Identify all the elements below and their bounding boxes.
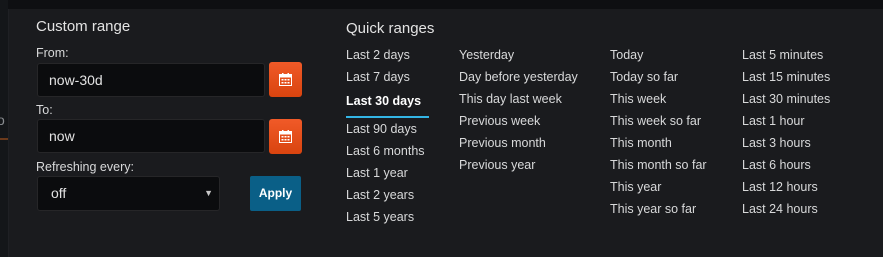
chevron-down-icon: ▼	[204, 188, 213, 198]
quick-range-this-year-so-far[interactable]: This year so far	[610, 200, 707, 222]
quick-range-yesterday[interactable]: Yesterday	[459, 46, 578, 68]
to-calendar-button[interactable]	[269, 119, 302, 154]
quick-range-last-5-years[interactable]: Last 5 years	[346, 208, 429, 230]
quick-range-previous-year[interactable]: Previous year	[459, 156, 578, 178]
background-accent-line	[0, 138, 8, 140]
quick-range-last-7-days[interactable]: Last 7 days	[346, 68, 429, 90]
quick-ranges-column-2: Yesterday Day before yesterday This day …	[459, 46, 578, 178]
quick-range-previous-month[interactable]: Previous month	[459, 134, 578, 156]
quick-range-this-year[interactable]: This year	[610, 178, 707, 200]
refresh-interval-select[interactable]: off ▼	[37, 176, 220, 211]
from-calendar-button[interactable]	[269, 62, 302, 97]
apply-button[interactable]: Apply	[250, 176, 301, 211]
quick-range-last-12-hours[interactable]: Last 12 hours	[742, 178, 830, 200]
refresh-interval-value: off	[51, 185, 67, 201]
custom-range-title: Custom range	[36, 18, 131, 35]
from-label: From:	[36, 46, 69, 60]
quick-range-this-month[interactable]: This month	[610, 134, 707, 156]
quick-ranges-column-1: Last 2 days Last 7 days Last 30 days Las…	[346, 46, 429, 230]
time-range-dropdown: Custom range From: now-30d To: now Refre…	[8, 9, 883, 257]
quick-range-this-day-last-week[interactable]: This day last week	[459, 90, 578, 112]
quick-range-last-1-hour[interactable]: Last 1 hour	[742, 112, 830, 134]
quick-range-last-6-hours[interactable]: Last 6 hours	[742, 156, 830, 178]
quick-range-today-so-far[interactable]: Today so far	[610, 68, 707, 90]
quick-range-last-2-years[interactable]: Last 2 years	[346, 186, 429, 208]
quick-range-last-24-hours[interactable]: Last 24 hours	[742, 200, 830, 222]
quick-range-day-before-yesterday[interactable]: Day before yesterday	[459, 68, 578, 90]
to-label: To:	[36, 103, 53, 117]
custom-range-section: Custom range	[36, 18, 302, 36]
quick-range-this-week[interactable]: This week	[610, 90, 707, 112]
quick-range-previous-week[interactable]: Previous week	[459, 112, 578, 134]
refresh-label: Refreshing every:	[36, 160, 134, 174]
quick-range-this-week-so-far[interactable]: This week so far	[610, 112, 707, 134]
time-picker-page: o Custom range From: now-30d To: now Ref…	[0, 0, 883, 257]
quick-range-last-1-year[interactable]: Last 1 year	[346, 164, 429, 186]
quick-ranges-column-4: Last 5 minutes Last 15 minutes Last 30 m…	[742, 46, 830, 222]
quick-range-last-15-minutes[interactable]: Last 15 minutes	[742, 68, 830, 90]
quick-range-today[interactable]: Today	[610, 46, 707, 68]
calendar-icon	[279, 73, 292, 86]
quick-ranges-title: Quick ranges	[346, 20, 435, 37]
quick-range-last-5-minutes[interactable]: Last 5 minutes	[742, 46, 830, 68]
background-text-fragment: o	[0, 112, 5, 128]
quick-range-last-6-months[interactable]: Last 6 months	[346, 142, 429, 164]
quick-range-last-90-days[interactable]: Last 90 days	[346, 120, 429, 142]
quick-range-last-30-minutes[interactable]: Last 30 minutes	[742, 90, 830, 112]
quick-range-last-30-days[interactable]: Last 30 days	[346, 90, 429, 118]
to-input[interactable]: now	[37, 119, 265, 153]
from-input[interactable]: now-30d	[37, 63, 265, 97]
background-dashboard-edge	[0, 0, 8, 257]
calendar-icon	[279, 130, 292, 143]
quick-range-last-3-hours[interactable]: Last 3 hours	[742, 134, 830, 156]
quick-range-last-2-days[interactable]: Last 2 days	[346, 46, 429, 68]
quick-ranges-column-3: Today Today so far This week This week s…	[610, 46, 707, 222]
quick-range-this-month-so-far[interactable]: This month so far	[610, 156, 707, 178]
